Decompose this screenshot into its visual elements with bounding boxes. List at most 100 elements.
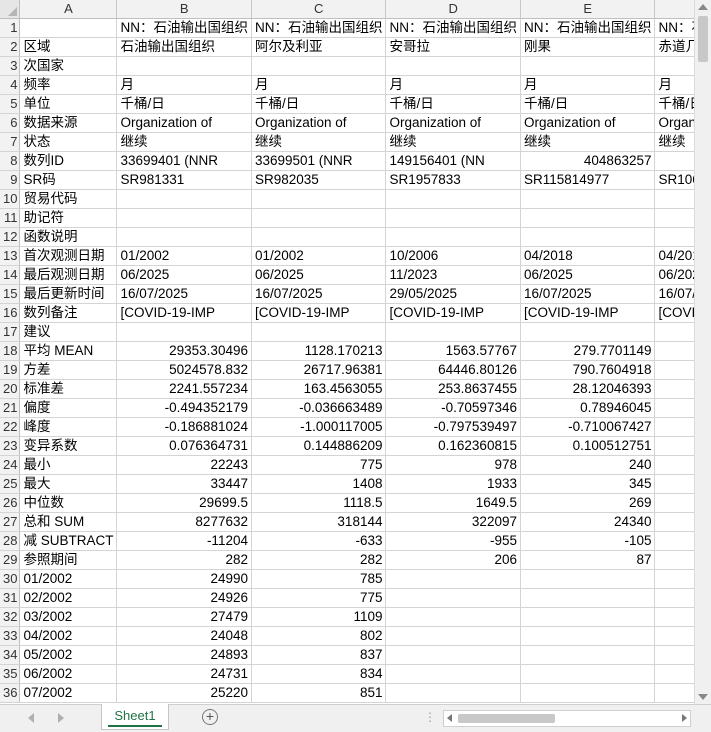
cell-f16[interactable]: [COVID-19-IMP [654,303,694,323]
cell-b27[interactable]: 8277632 [116,512,252,532]
cell-c17[interactable] [251,322,387,342]
row-header[interactable]: 11 [0,208,21,228]
cell-b3[interactable] [116,56,252,76]
cell-e13[interactable]: 04/2018 [520,246,656,266]
cell-c2[interactable]: 阿尔及利亚 [251,37,387,57]
scroll-right-icon[interactable] [682,714,687,722]
sheet-tab-sheet1[interactable]: Sheet1 [101,704,169,730]
cell-a36[interactable]: 07/2002 [19,683,118,703]
cell-a8[interactable]: 数列ID [19,151,118,171]
cell-b32[interactable]: 27479 [116,607,252,627]
cell-e1[interactable]: NN：石油输出国组织 [520,18,656,38]
cell-c33[interactable]: 802 [251,626,387,646]
cell-d14[interactable]: 11/2023 [385,265,521,285]
cell-d25[interactable]: 1933 [385,474,521,494]
cell-c7[interactable]: 继续 [251,132,387,152]
row-header[interactable]: 24 [0,455,21,475]
cell-a3[interactable]: 次国家 [19,56,118,76]
cell-b35[interactable]: 24731 [116,664,252,684]
cell-e33[interactable] [520,626,656,646]
cell-d1[interactable]: NN：石油输出国组织 [385,18,521,38]
cell-c1[interactable]: NN：石油输出国组织 [251,18,387,38]
horizontal-scroll-thumb[interactable] [458,714,555,723]
cell-d30[interactable] [385,569,521,589]
cell-c12[interactable] [251,227,387,247]
cell-c13[interactable]: 01/2002 [251,246,387,266]
cell-c24[interactable]: 775 [251,455,387,475]
cell-c27[interactable]: 318144 [251,512,387,532]
row-header[interactable]: 18 [0,341,21,361]
cell-a13[interactable]: 首次观测日期 [19,246,118,266]
cell-b22[interactable]: -0.186881024 [116,417,252,437]
cell-e30[interactable] [520,569,656,589]
cell-c10[interactable] [251,189,387,209]
cell-f29[interactable]: 99 [654,550,694,570]
cell-f14[interactable]: 06/2025 [654,265,694,285]
cell-e18[interactable]: 279.7701149 [520,341,656,361]
cell-f11[interactable] [654,208,694,228]
row-header[interactable]: 19 [0,360,21,380]
cell-e19[interactable]: 790.7604918 [520,360,656,380]
row-header[interactable]: 32 [0,607,21,627]
cell-f28[interactable]: -128 [654,531,694,551]
nav-next-icon[interactable] [58,713,64,723]
cell-d16[interactable]: [COVID-19-IMP [385,303,521,323]
cell-f15[interactable]: 16/07/2025 [654,284,694,304]
cell-b2[interactable]: 石油输出国组织 [116,37,252,57]
cell-f21[interactable]: -0.079008918 [654,398,694,418]
cell-d20[interactable]: 253.8637455 [385,379,521,399]
cell-d17[interactable] [385,322,521,342]
cell-b23[interactable]: 0.076364731 [116,436,252,456]
cell-d22[interactable]: -0.797539497 [385,417,521,437]
cell-a16[interactable]: 数列备注 [19,303,118,323]
cell-a34[interactable]: 05/2002 [19,645,118,665]
scroll-left-icon[interactable] [447,714,452,722]
cell-a9[interactable]: SR码 [19,170,118,190]
cell-f12[interactable] [654,227,694,247]
column-header-d[interactable]: D [385,0,521,19]
row-header[interactable]: 21 [0,398,21,418]
cell-e26[interactable]: 269 [520,493,656,513]
cell-b31[interactable]: 24926 [116,588,252,608]
cell-e27[interactable]: 24340 [520,512,656,532]
cell-f10[interactable] [654,189,694,209]
row-header[interactable]: 35 [0,664,21,684]
row-header[interactable]: 4 [0,75,21,95]
cell-f6[interactable]: Organization of [654,113,694,133]
cell-a31[interactable]: 02/2002 [19,588,118,608]
cell-b36[interactable]: 25220 [116,683,252,703]
cell-e32[interactable] [520,607,656,627]
cell-f19[interactable]: 939.4498042 [654,360,694,380]
scroll-up-icon[interactable] [698,4,708,10]
row-header[interactable]: 12 [0,227,21,247]
cell-d7[interactable]: 继续 [385,132,521,152]
cell-f7[interactable]: 继续 [654,132,694,152]
row-header[interactable]: 8 [0,151,21,171]
cell-f30[interactable] [654,569,694,589]
cell-a6[interactable]: 数据来源 [19,113,118,133]
cell-e4[interactable]: 月 [520,75,656,95]
cell-e9[interactable]: SR115814977 [520,170,656,190]
cell-e22[interactable]: -0.710067427 [520,417,656,437]
cell-f27[interactable]: 9487 [654,512,694,532]
cell-a32[interactable]: 03/2002 [19,607,118,627]
cell-c11[interactable] [251,208,387,228]
row-header[interactable]: 26 [0,493,21,513]
cell-c15[interactable]: 16/07/2025 [251,284,387,304]
cell-d21[interactable]: -0.70597346 [385,398,521,418]
cell-e36[interactable] [520,683,656,703]
cell-a15[interactable]: 最后更新时间 [19,284,118,304]
cell-c14[interactable]: 06/2025 [251,265,387,285]
cell-d36[interactable] [385,683,521,703]
cell-b13[interactable]: 01/2002 [116,246,252,266]
row-header[interactable]: 14 [0,265,21,285]
cell-c19[interactable]: 26717.96381 [251,360,387,380]
cell-d5[interactable]: 千桶/日 [385,94,521,114]
cell-e17[interactable] [520,322,656,342]
cell-a24[interactable]: 最小 [19,455,118,475]
cell-d2[interactable]: 安哥拉 [385,37,521,57]
cell-e7[interactable]: 继续 [520,132,656,152]
cell-b26[interactable]: 29699.5 [116,493,252,513]
cell-e8[interactable]: 404863257 [520,151,656,171]
cell-b28[interactable]: -11204 [116,531,252,551]
